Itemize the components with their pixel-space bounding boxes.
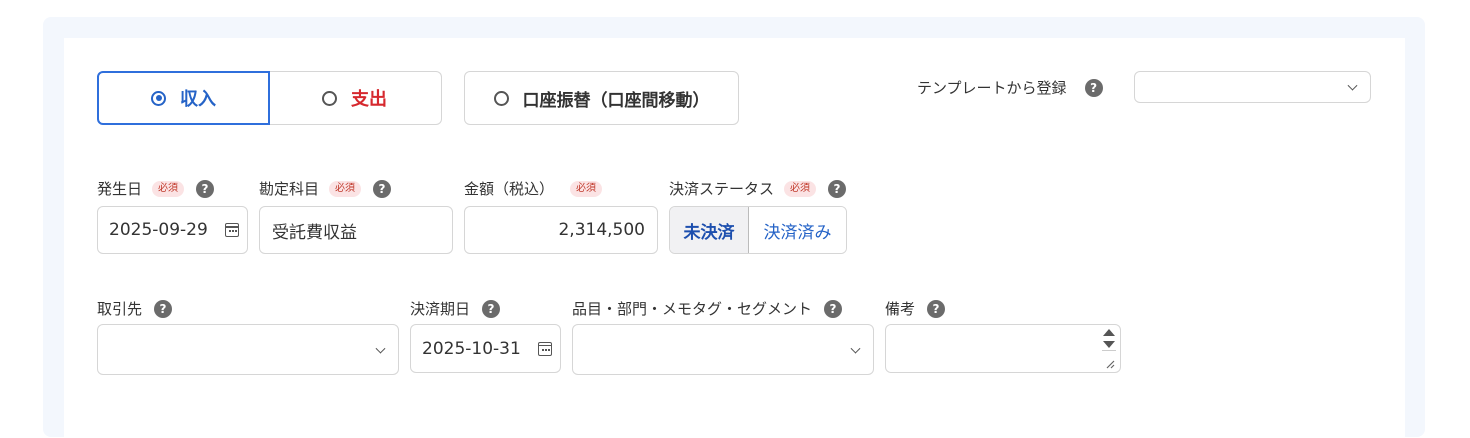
status-label: 決済ステータス xyxy=(669,180,775,198)
account-label: 勘定科目 xyxy=(259,180,320,198)
spinner-arrows-icon[interactable] xyxy=(1102,328,1116,372)
due-date-label: 決済期日 xyxy=(410,300,471,318)
expense-tab-label: 支出 xyxy=(351,89,387,110)
tags-label-row: 品目・部門・メモタグ・セグメント ? xyxy=(572,298,843,319)
help-icon[interactable]: ? xyxy=(1084,78,1103,97)
remarks-textarea[interactable] xyxy=(885,324,1121,373)
chevron-down-icon xyxy=(375,343,386,354)
help-icon[interactable]: ? xyxy=(828,179,847,198)
template-label: テンプレートから登録 xyxy=(917,79,1067,97)
income-tab[interactable]: 収入 xyxy=(97,71,270,125)
amount-input[interactable]: 2,314,500 xyxy=(464,206,658,254)
help-icon[interactable]: ? xyxy=(154,299,173,318)
remarks-label: 備考 xyxy=(885,300,916,318)
status-toggle: 未決済 決済済み xyxy=(669,206,847,254)
partner-select[interactable] xyxy=(97,324,399,375)
required-badge: 必須 xyxy=(570,180,603,197)
account-label-row: 勘定科目 必須 ? xyxy=(259,178,392,199)
remarks-label-row: 備考 ? xyxy=(885,298,946,319)
required-badge: 必須 xyxy=(784,180,817,197)
transfer-tab[interactable]: 口座振替（口座間移動） xyxy=(464,71,739,125)
required-badge: 必須 xyxy=(152,180,185,197)
tags-select[interactable] xyxy=(572,324,874,375)
due-date-value: 2025-10-31 xyxy=(422,338,521,359)
partner-label-row: 取引先 ? xyxy=(97,298,173,319)
calendar-icon[interactable] xyxy=(225,223,239,237)
amount-label-row: 金額（税込） 必須 xyxy=(464,178,603,199)
due-date-label-row: 決済期日 ? xyxy=(410,298,501,319)
amount-value: 2,314,500 xyxy=(558,220,645,240)
radio-selected-icon xyxy=(151,90,166,106)
help-icon[interactable]: ? xyxy=(482,299,501,318)
issue-date-input[interactable]: 2025-09-29 xyxy=(97,206,248,254)
status-option-settled[interactable]: 決済済み xyxy=(749,207,846,253)
calendar-icon[interactable] xyxy=(538,341,552,356)
partner-label: 取引先 xyxy=(97,300,143,318)
issue-date-label-row: 発生日 必須 ? xyxy=(97,178,215,199)
help-icon[interactable]: ? xyxy=(824,299,843,318)
issue-date-label: 発生日 xyxy=(97,180,143,198)
expense-tab[interactable]: 支出 xyxy=(268,71,442,125)
radio-icon xyxy=(493,90,509,106)
issue-date-value: 2025-09-29 xyxy=(109,220,208,240)
template-select[interactable] xyxy=(1134,71,1371,103)
chevron-down-icon xyxy=(850,343,861,354)
due-date-input[interactable]: 2025-10-31 xyxy=(410,324,561,373)
help-icon[interactable]: ? xyxy=(196,179,215,198)
account-value: 受託費収益 xyxy=(272,222,357,243)
chevron-down-icon xyxy=(1347,80,1358,91)
template-label-row: テンプレートから登録 ? xyxy=(917,77,1103,98)
transfer-tab-label: 口座振替（口座間移動） xyxy=(522,90,710,111)
account-input[interactable]: 受託費収益 xyxy=(259,206,453,254)
radio-icon xyxy=(322,90,337,106)
help-icon[interactable]: ? xyxy=(373,179,392,198)
income-tab-label: 収入 xyxy=(180,89,216,110)
required-badge: 必須 xyxy=(329,180,362,197)
help-icon[interactable]: ? xyxy=(927,299,946,318)
status-label-row: 決済ステータス 必須 ? xyxy=(669,178,847,199)
tags-label: 品目・部門・メモタグ・セグメント xyxy=(572,300,813,318)
status-option-unsettled[interactable]: 未決済 xyxy=(670,207,749,253)
amount-label: 金額（税込） xyxy=(464,180,555,198)
